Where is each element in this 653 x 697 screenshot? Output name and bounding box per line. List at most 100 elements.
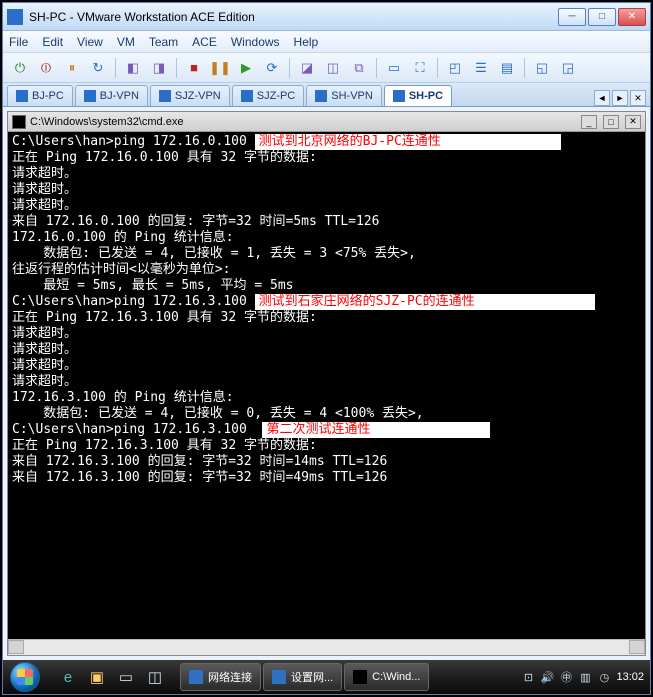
scroll-left-button[interactable] <box>8 640 24 654</box>
menu-ace[interactable]: ACE <box>192 35 217 49</box>
toolbar-poweron-icon[interactable]: ⏻ <box>9 57 31 79</box>
cmd-text: C:\Users\han>ping 172.16.3.100 <box>12 422 262 438</box>
cmd-line: 请求超时。 <box>12 342 641 358</box>
tray-lang-icon[interactable]: ㊥ <box>559 670 573 684</box>
toolbar-suspend-icon[interactable]: ⏸ <box>61 57 83 79</box>
cmd-close-button[interactable]: ✕ <box>625 115 641 129</box>
toolbar-record-icon[interactable]: ⟳ <box>261 57 283 79</box>
toolbar-snapshot-icon[interactable]: ◧ <box>122 57 144 79</box>
tray-network-icon[interactable]: ⊡ <box>521 670 535 684</box>
cmd-line: 172.16.3.100 的 Ping 统计信息: <box>12 390 641 406</box>
toolbar-stop-icon[interactable]: ■ <box>183 57 205 79</box>
cmd-line: 最短 = 5ms, 最长 = 5ms, 平均 = 5ms <box>12 278 641 294</box>
toolbar-quick-icon[interactable]: ◱ <box>531 57 553 79</box>
menu-file[interactable]: File <box>9 35 28 49</box>
showdesktop-icon[interactable]: ▭ <box>113 664 139 690</box>
tab-bj-pc[interactable]: BJ-PC <box>7 85 73 106</box>
cmd-output[interactable]: C:\Users\han>ping 172.16.0.100 测试到北京网络的B… <box>8 132 645 639</box>
cmd-line: C:\Users\han>ping 172.16.3.100 第二次测试连通性 <box>12 422 641 438</box>
cmd-line: 请求超时。 <box>12 166 641 182</box>
menu-vm[interactable]: VM <box>117 35 135 49</box>
tab-close-button[interactable]: ✕ <box>630 90 646 106</box>
scroll-right-button[interactable] <box>629 640 645 654</box>
toolbar-sidebar-icon[interactable]: ◲ <box>557 57 579 79</box>
explorer-icon[interactable]: ▣ <box>84 664 110 690</box>
tray-ime-icon[interactable]: ▥ <box>578 670 592 684</box>
cmd-line: 来自 172.16.0.100 的回复: 字节=32 时间=5ms TTL=12… <box>12 214 641 230</box>
cmd-line: 来自 172.16.3.100 的回复: 字节=32 时间=14ms TTL=1… <box>12 454 641 470</box>
task-network-setup[interactable]: 设置网... <box>263 663 342 691</box>
cmd-minimize-button[interactable]: _ <box>581 115 597 129</box>
taskbar-tasks: 网络连接 设置网... C:\Wind... <box>176 663 513 691</box>
minimize-button[interactable]: ─ <box>558 8 586 26</box>
cmd-text: 请求超时。 <box>12 374 77 390</box>
menu-view[interactable]: View <box>77 35 103 49</box>
cmd-line: 数据包: 已发送 = 4, 已接收 = 1, 丢失 = 3 <75% 丢失>, <box>12 246 641 262</box>
tab-nav: ◄ ► ✕ <box>594 90 646 106</box>
cmd-text: 请求超时。 <box>12 342 77 358</box>
cmd-text: 来自 172.16.0.100 的回复: 字节=32 时间=5ms TTL=12… <box>12 214 379 230</box>
cmd-title: C:\Windows\system32\cmd.exe <box>30 116 575 128</box>
toolbar-showdesktop-icon[interactable]: ▭ <box>383 57 405 79</box>
cmd-line: 请求超时。 <box>12 182 641 198</box>
cmd-maximize-button[interactable]: □ <box>603 115 619 129</box>
cmd-window: C:\Windows\system32\cmd.exe _ □ ✕ C:\Use… <box>7 111 646 656</box>
toolbar-snapshot2-icon[interactable]: ◪ <box>296 57 318 79</box>
tab-prev-button[interactable]: ◄ <box>594 90 610 106</box>
menu-help[interactable]: Help <box>294 35 319 49</box>
toolbar-revert-icon[interactable]: ◨ <box>148 57 170 79</box>
close-button[interactable]: ✕ <box>618 8 646 26</box>
annotation: 第二次测试连通性 <box>262 422 490 438</box>
start-button[interactable] <box>3 660 47 694</box>
tab-sjz-pc[interactable]: SJZ-PC <box>232 85 305 106</box>
tab-next-button[interactable]: ► <box>612 90 628 106</box>
tab-bj-vpn[interactable]: BJ-VPN <box>75 85 148 106</box>
tray-sound-icon[interactable]: 🔊 <box>540 670 554 684</box>
vm-tabs: BJ-PC BJ-VPN SJZ-VPN SJZ-PC SH-VPN SH-PC… <box>3 83 650 107</box>
cmd-line: 来自 172.16.3.100 的回复: 字节=32 时间=49ms TTL=1… <box>12 470 641 486</box>
cmd-text: 172.16.0.100 的 Ping 统计信息: <box>12 230 234 246</box>
cmd-titlebar: C:\Windows\system32\cmd.exe _ □ ✕ <box>8 112 645 132</box>
cmd-text: 往返行程的估计时间<以毫秒为单位>: <box>12 262 230 278</box>
app-icon <box>7 9 23 25</box>
cmd-text: 数据包: 已发送 = 4, 已接收 = 1, 丢失 = 3 <75% 丢失>, <box>12 246 416 262</box>
toolbar-console-icon[interactable]: ▤ <box>496 57 518 79</box>
cmd-text: 请求超时。 <box>12 326 77 342</box>
cmd-text: 请求超时。 <box>12 166 77 182</box>
toolbar-unity-icon[interactable]: ◰ <box>444 57 466 79</box>
ie-icon[interactable]: e <box>55 664 81 690</box>
cmd-text: C:\Users\han>ping 172.16.0.100 <box>12 134 255 150</box>
scroll-track[interactable] <box>24 640 629 655</box>
toolbar: ⏻ ⏼ ⏸ ↻ ◧ ◨ ■ ❚❚ ▶ ⟳ ◪ ◫ ⧉ ▭ ⛶ ◰ ☰ ▤ ◱ ◲ <box>3 53 650 83</box>
toolbar-clone-icon[interactable]: ⧉ <box>348 57 370 79</box>
toolbar-pause-icon[interactable]: ❚❚ <box>209 57 231 79</box>
toolbar-snapmgr-icon[interactable]: ◫ <box>322 57 344 79</box>
cmd-line: 正在 Ping 172.16.0.100 具有 32 字节的数据: <box>12 150 641 166</box>
toolbar-poweroff-icon[interactable]: ⏼ <box>35 57 57 79</box>
maximize-button[interactable]: □ <box>588 8 616 26</box>
tab-sh-vpn[interactable]: SH-VPN <box>306 85 382 106</box>
cmd-text: 来自 172.16.3.100 的回复: 字节=32 时间=49ms TTL=1… <box>12 470 387 486</box>
tray-clock[interactable]: 13:02 <box>616 671 644 683</box>
toolbar-fullscreen-icon[interactable]: ⛶ <box>409 57 431 79</box>
tab-sh-pc[interactable]: SH-PC <box>384 85 452 106</box>
tray-misc-icon[interactable]: ◷ <box>597 670 611 684</box>
task-network-connections[interactable]: 网络连接 <box>180 663 261 691</box>
quick-launch: e ▣ ▭ ◫ <box>49 664 174 690</box>
windows-orb-icon <box>10 662 40 692</box>
menu-windows[interactable]: Windows <box>231 35 280 49</box>
menu-edit[interactable]: Edit <box>42 35 63 49</box>
network-icon <box>189 670 203 684</box>
cmd-hscroll[interactable] <box>8 639 645 655</box>
toolbar-summary-icon[interactable]: ☰ <box>470 57 492 79</box>
task-cmd[interactable]: C:\Wind... <box>344 663 429 691</box>
toolbar-play-icon[interactable]: ▶ <box>235 57 257 79</box>
cmd-line: C:\Users\han>ping 172.16.0.100 测试到北京网络的B… <box>12 134 641 150</box>
cmd-text: 数据包: 已发送 = 4, 已接收 = 0, 丢失 = 4 <100% 丢失>, <box>12 406 424 422</box>
toolbar-reset-icon[interactable]: ↻ <box>87 57 109 79</box>
menu-team[interactable]: Team <box>149 35 178 49</box>
tab-sjz-vpn[interactable]: SJZ-VPN <box>150 85 230 106</box>
vm-icon <box>393 90 405 102</box>
switch-icon[interactable]: ◫ <box>142 664 168 690</box>
cmd-text: 最短 = 5ms, 最长 = 5ms, 平均 = 5ms <box>12 278 294 294</box>
